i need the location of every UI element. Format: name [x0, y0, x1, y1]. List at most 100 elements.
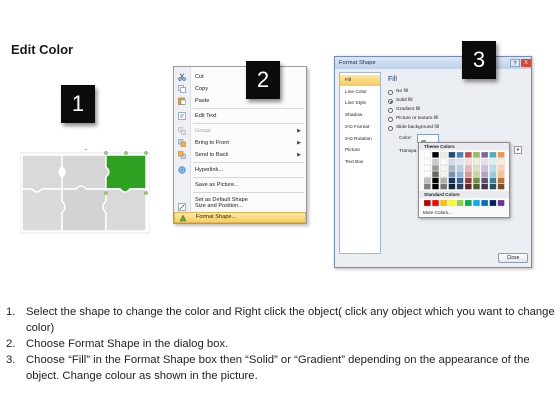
radio-solid-fill[interactable]: Solid fill [388, 97, 413, 105]
theme-color-swatch[interactable] [432, 165, 439, 171]
theme-color-swatch[interactable] [432, 171, 439, 178]
theme-color-swatch[interactable] [497, 183, 505, 190]
theme-color-swatch[interactable] [456, 183, 464, 190]
nav-item-fill[interactable]: Fill [340, 75, 380, 86]
close-x-button[interactable]: X [521, 59, 531, 67]
theme-color-swatch[interactable] [456, 177, 464, 184]
standard-color-swatch[interactable] [424, 200, 431, 207]
color-palette-dropdown[interactable]: Theme Colors Standard Colors More Colors… [418, 142, 510, 218]
theme-color-grid[interactable] [424, 152, 506, 190]
theme-color-swatch[interactable] [481, 177, 489, 184]
puzzle-pieces[interactable] [21, 154, 147, 232]
theme-color-swatch[interactable] [473, 177, 480, 184]
standard-color-swatch[interactable] [481, 200, 489, 207]
theme-color-swatch[interactable] [489, 152, 497, 158]
theme-color-swatch[interactable] [432, 152, 439, 158]
radio-slide-background-fill[interactable]: Slide background fill [388, 124, 439, 132]
theme-color-swatch[interactable] [440, 177, 448, 184]
theme-color-swatch[interactable] [424, 165, 431, 171]
theme-color-swatch[interactable] [464, 152, 472, 158]
theme-color-swatch[interactable] [440, 165, 448, 171]
nav-item-picture[interactable]: Picture [340, 145, 380, 156]
radio-picture-fill[interactable]: Picture or texture fill [388, 115, 438, 123]
theme-color-swatch[interactable] [481, 171, 489, 178]
standard-color-swatch[interactable] [497, 200, 505, 207]
puzzle-graphic[interactable] [20, 149, 150, 237]
nav-item-3d-rotation[interactable]: 3-D Rotation [340, 134, 380, 145]
nav-item-line-color[interactable]: Line Color [340, 87, 380, 98]
theme-color-swatch[interactable] [473, 158, 480, 165]
theme-color-swatch[interactable] [456, 171, 464, 178]
nav-item-3d-format[interactable]: 3-D Format [340, 122, 380, 133]
theme-color-swatch[interactable] [481, 183, 489, 190]
nav-item-shadow[interactable]: Shadow [340, 110, 380, 121]
menu-item-paste[interactable]: Paste [174, 95, 306, 107]
standard-color-swatch[interactable] [432, 200, 439, 207]
theme-color-swatch[interactable] [448, 152, 456, 158]
theme-color-swatch[interactable] [448, 165, 456, 171]
menu-item-cut[interactable]: Cut [174, 71, 306, 83]
theme-color-swatch[interactable] [481, 165, 489, 171]
menu-item-edit-text[interactable]: Edit Text [174, 110, 306, 122]
theme-color-swatch[interactable] [432, 158, 439, 165]
spinner-icon[interactable]: ▾ [514, 146, 522, 154]
theme-color-swatch[interactable] [464, 171, 472, 178]
help-button[interactable]: ? [510, 59, 520, 67]
theme-color-swatch[interactable] [489, 177, 497, 184]
theme-color-swatch[interactable] [424, 158, 431, 165]
theme-color-swatch[interactable] [440, 152, 448, 158]
theme-color-swatch[interactable] [481, 152, 489, 158]
theme-color-swatch[interactable] [489, 158, 497, 165]
theme-color-swatch[interactable] [497, 177, 505, 184]
theme-color-swatch[interactable] [432, 177, 439, 184]
theme-color-swatch[interactable] [456, 158, 464, 165]
theme-color-swatch[interactable] [448, 158, 456, 165]
theme-color-swatch[interactable] [473, 171, 480, 178]
menu-item-bring-to-front[interactable]: Bring to Front ▶ [174, 137, 306, 149]
theme-color-swatch[interactable] [464, 158, 472, 165]
theme-color-swatch[interactable] [489, 165, 497, 171]
theme-color-swatch[interactable] [448, 171, 456, 178]
menu-item-send-to-back[interactable]: Send to Back ▶ [174, 149, 306, 161]
theme-color-swatch[interactable] [440, 171, 448, 178]
standard-color-swatch[interactable] [473, 200, 480, 207]
theme-color-swatch[interactable] [448, 183, 456, 190]
standard-color-swatch[interactable] [448, 200, 456, 207]
theme-color-swatch[interactable] [489, 183, 497, 190]
theme-color-swatch[interactable] [424, 177, 431, 184]
theme-color-swatch[interactable] [448, 177, 456, 184]
theme-color-swatch[interactable] [473, 183, 480, 190]
menu-item-copy[interactable]: Copy [174, 83, 306, 95]
menu-item-save-as-picture[interactable]: Save as Picture... [174, 179, 306, 191]
theme-color-swatch[interactable] [456, 165, 464, 171]
theme-color-swatch[interactable] [497, 165, 505, 171]
category-list[interactable]: Fill Line Color Line Style Shadow 3-D Fo… [339, 72, 381, 254]
close-button[interactable]: Close [498, 253, 528, 263]
theme-color-swatch[interactable] [440, 158, 448, 165]
theme-color-swatch[interactable] [481, 158, 489, 165]
theme-color-swatch[interactable] [497, 152, 505, 158]
theme-color-swatch[interactable] [464, 183, 472, 190]
theme-color-swatch[interactable] [497, 158, 505, 165]
theme-color-swatch[interactable] [424, 171, 431, 178]
standard-color-swatch[interactable] [464, 200, 472, 207]
theme-color-swatch[interactable] [440, 183, 448, 190]
menu-item-hyperlink[interactable]: Hyperlink... [174, 164, 306, 176]
theme-color-swatch[interactable] [489, 171, 497, 178]
theme-color-swatch[interactable] [456, 152, 464, 158]
standard-color-swatch[interactable] [440, 200, 448, 207]
more-colors-link[interactable]: More Colors... [423, 210, 452, 215]
menu-item-size-position[interactable]: Size and Position... [174, 201, 306, 212]
menu-item-format-shape[interactable]: Format Shape... [174, 212, 306, 223]
theme-color-swatch[interactable] [497, 171, 505, 178]
context-menu[interactable]: Cut Copy Paste Edit Text Group ▶ Bring t… [173, 66, 307, 224]
theme-color-swatch[interactable] [473, 165, 480, 171]
standard-color-swatch[interactable] [456, 200, 464, 207]
standard-color-row[interactable] [424, 200, 506, 207]
theme-color-swatch[interactable] [424, 183, 431, 190]
theme-color-swatch[interactable] [424, 152, 431, 158]
theme-color-swatch[interactable] [464, 177, 472, 184]
nav-item-text-box[interactable]: Text Box [340, 157, 380, 168]
nav-item-line-style[interactable]: Line Style [340, 98, 380, 109]
standard-color-swatch[interactable] [489, 200, 497, 207]
